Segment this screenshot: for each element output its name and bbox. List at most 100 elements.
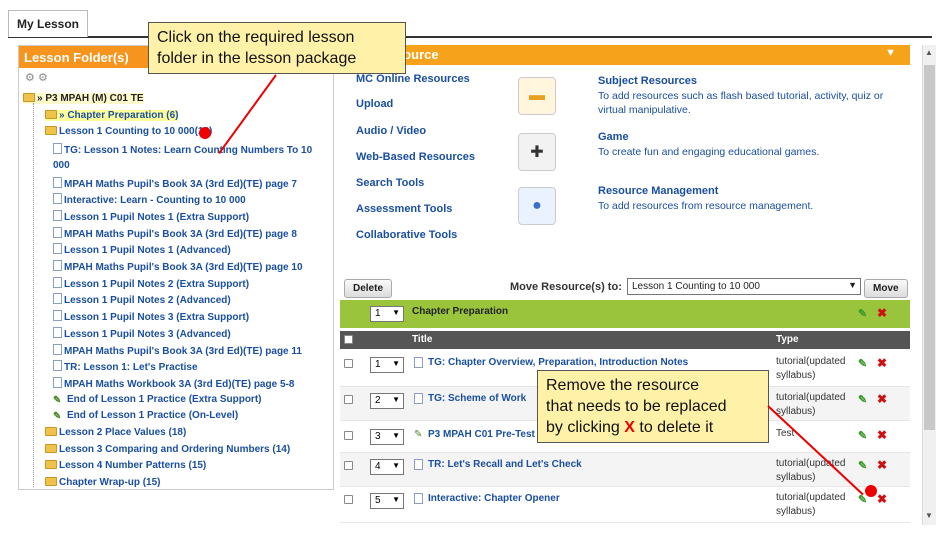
row-type: tutorial(updated syllabus) [776, 458, 846, 483]
row-type: tutorial(updated syllabus) [776, 356, 846, 381]
tree-item[interactable]: Lesson 1 Pupil Notes 1 (Extra Support) [53, 209, 250, 223]
row-order-select[interactable]: 1 ▼ [370, 357, 404, 373]
dropdown-arrow-icon: ▼ [392, 359, 400, 368]
tree-item[interactable]: » P3 MPAH (M) C01 TE [23, 93, 144, 104]
edit-pencil-icon[interactable]: ✎ [858, 459, 867, 472]
expand-all-icon[interactable]: ⚙ [25, 72, 35, 84]
delete-x-icon[interactable]: ✖ [877, 392, 887, 406]
menu-mc-online-resources[interactable]: MC Online Resources [356, 73, 470, 85]
tree-item[interactable]: TG: Lesson 1 Notes: Learn Counting Numbe… [53, 143, 312, 156]
row-title[interactable]: TG: Chapter Overview, Preparation, Intro… [428, 357, 688, 368]
tree-item-label: Lesson 1 Pupil Notes 3 (Advanced) [64, 328, 231, 340]
chapter-order-select[interactable]: 1 ▼ [370, 306, 404, 322]
row-checkbox[interactable] [344, 495, 353, 504]
pencil-icon: ✎ [53, 411, 62, 423]
resource-management-link[interactable]: Resource Management [598, 185, 718, 197]
document-icon [53, 193, 62, 205]
menu-search-tools[interactable]: Search Tools [356, 177, 424, 189]
edit-pencil-icon[interactable]: ✎ [858, 307, 867, 320]
menu-audio-video[interactable]: Audio / Video [356, 125, 426, 137]
callout-bottom-line2: that needs to be replaced [546, 398, 727, 415]
vertical-scrollbar[interactable]: ▲ ▼ [922, 45, 936, 525]
row-type: tutorial(updated syllabus) [776, 492, 846, 517]
row-order-select[interactable]: 5 ▼ [370, 493, 404, 509]
callout-bottom-line3-pre: by clicking [546, 419, 625, 436]
tree-item[interactable]: Lesson 1 Pupil Notes 2 (Extra Support) [53, 276, 250, 290]
delete-x-icon[interactable]: ✖ [877, 306, 887, 320]
tree-item[interactable]: Lesson 1 Pupil Notes 1 (Advanced) [53, 243, 231, 256]
tree-item[interactable]: TR: Lesson 1: Let's Practise [53, 360, 198, 373]
delete-x-icon[interactable]: ✖ [877, 492, 887, 506]
menu-web-based-resources[interactable]: Web-Based Resources [356, 151, 475, 163]
row-title[interactable]: TR: Let's Recall and Let's Check [428, 459, 582, 470]
delete-x-icon[interactable]: ✖ [877, 428, 887, 442]
menu-collaborative-tools[interactable]: Collaborative Tools [356, 229, 457, 241]
collapse-all-icon[interactable]: ⚙ [38, 72, 48, 84]
row-order-select[interactable]: 4 ▼ [370, 459, 404, 475]
menu-upload[interactable]: Upload [356, 98, 393, 110]
scroll-down-icon[interactable]: ▼ [925, 511, 933, 520]
row-title[interactable]: TG: Scheme of Work [428, 393, 526, 404]
tree-item[interactable]: MPAH Maths Pupil's Book 3A (3rd Ed)(TE) … [53, 176, 297, 190]
tree-item[interactable]: ✎ End of Lesson 1 Practice (Extra Support… [53, 394, 261, 406]
tree-item[interactable]: Lesson 3 Comparing and Ordering Numbers … [45, 443, 290, 455]
delete-x-icon[interactable]: ✖ [877, 458, 887, 472]
folder-icon[interactable]: ▬ [518, 77, 556, 115]
edit-pencil-icon[interactable]: ✎ [858, 393, 867, 406]
gamepad-icon[interactable]: ✚ [518, 133, 556, 171]
tree-item[interactable]: Chapter Wrap-up (15) [45, 477, 161, 488]
tree-item[interactable]: Lesson 1 Pupil Notes 2 (Advanced) [53, 293, 231, 306]
row-order-select[interactable]: 3 ▼ [370, 429, 404, 445]
row-checkbox[interactable] [344, 359, 353, 368]
collapse-chevron-icon[interactable]: ▼ [885, 47, 896, 59]
share-network-icon[interactable]: ● [518, 187, 556, 225]
chapter-row: 1 ▼ Chapter Preparation ✎ ✖ [340, 300, 910, 328]
subject-resources-link[interactable]: Subject Resources [598, 75, 697, 87]
move-button[interactable]: Move [864, 279, 908, 298]
row-title[interactable]: Interactive: Chapter Opener [428, 493, 560, 504]
tree-item-label: 000 [53, 159, 70, 171]
tree-item[interactable]: MPAH Maths Pupil's Book 3A (3rd Ed)(TE) … [53, 260, 303, 273]
row-order-select[interactable]: 2 ▼ [370, 393, 404, 409]
document-icon [53, 310, 62, 322]
tree-item[interactable]: Lesson 2 Place Values (18) [45, 427, 186, 438]
folder-icon [45, 126, 57, 136]
chapter-order-value: 1 [375, 308, 381, 319]
tree-item[interactable]: Lesson 4 Number Patterns (15) [45, 460, 206, 471]
scroll-thumb[interactable] [924, 65, 935, 430]
tree-item[interactable]: » Chapter Preparation (6) [45, 109, 179, 121]
tree-item-label: Lesson 1 Pupil Notes 1 (Extra Support) [64, 211, 250, 223]
callout-remove-resource: Remove the resource that needs to be rep… [537, 370, 769, 443]
tab-my-lesson[interactable]: My Lesson [8, 10, 88, 37]
edit-pencil-icon[interactable]: ✎ [858, 429, 867, 442]
scroll-up-icon[interactable]: ▲ [925, 48, 933, 57]
row-checkbox[interactable] [344, 431, 353, 440]
tree-item[interactable]: MPAH Maths Workbook 3A (3rd Ed)(TE) page… [53, 376, 294, 390]
select-all-checkbox[interactable] [344, 335, 353, 344]
delete-button[interactable]: Delete [344, 279, 393, 298]
edit-pencil-icon[interactable]: ✎ [858, 357, 867, 370]
resource-options: ▬ Subject Resources To add resources suc… [502, 67, 910, 307]
tree-item-label: Lesson 1 Pupil Notes 2 (Extra Support) [64, 278, 250, 290]
callout-top-line2: folder in the lesson package [157, 50, 357, 67]
game-link[interactable]: Game [598, 131, 629, 143]
tree-item[interactable]: 000 [53, 160, 70, 171]
tree-item[interactable]: Lesson 1 Counting to 10 000(16) [45, 126, 212, 137]
tree-item[interactable]: Lesson 1 Pupil Notes 3 (Advanced) [53, 326, 231, 340]
tree-item[interactable]: Lesson 1 Pupil Notes 3 (Extra Support) [53, 310, 249, 323]
pencil-icon: ✎ [53, 394, 62, 406]
document-icon [53, 360, 62, 372]
callout-bottom-line3-post: to delete it [634, 419, 714, 436]
delete-x-icon[interactable]: ✖ [877, 356, 887, 370]
tree-item-label: » P3 MPAH (M) C01 TE [37, 93, 144, 104]
row-title[interactable]: P3 MPAH C01 Pre-Test [428, 429, 535, 440]
tree-item[interactable]: MPAH Maths Pupil's Book 3A (3rd Ed)(TE) … [53, 226, 297, 240]
tree-item[interactable]: Interactive: Learn - Counting to 10 000 [53, 193, 246, 206]
move-target-select[interactable]: Lesson 1 Counting to 10 000 ▼ [627, 278, 861, 295]
document-icon [53, 260, 62, 271]
row-checkbox[interactable] [344, 461, 353, 470]
tree-item[interactable]: MPAH Maths Pupil's Book 3A (3rd Ed)(TE) … [53, 343, 302, 357]
tree-item[interactable]: ✎ End of Lesson 1 Practice (On-Level) [53, 410, 238, 423]
menu-assessment-tools[interactable]: Assessment Tools [356, 203, 452, 215]
row-checkbox[interactable] [344, 395, 353, 404]
